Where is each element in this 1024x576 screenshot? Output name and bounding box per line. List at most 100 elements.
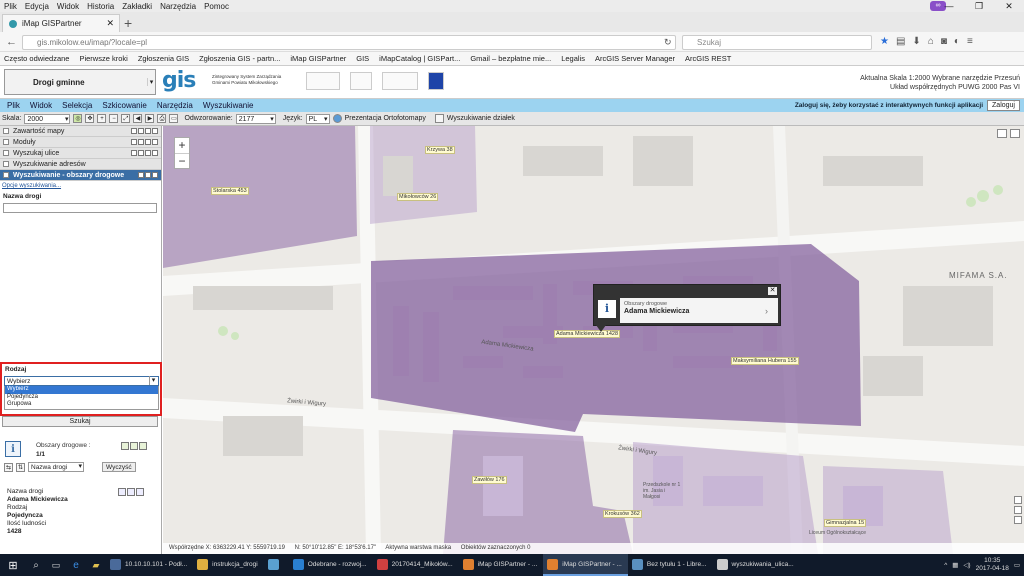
- close-panel-icon[interactable]: [152, 172, 158, 178]
- accordion-search-addresses[interactable]: Wyszukiwanie adresów: [0, 159, 161, 170]
- dock-icon[interactable]: [138, 128, 144, 134]
- bookmark-item[interactable]: Legalis: [561, 54, 585, 63]
- popup-card[interactable]: Obszary drogowe Adama Mickiewicza ›: [620, 298, 778, 323]
- search-input[interactable]: Szukaj: [682, 35, 872, 50]
- measure-icon[interactable]: ▭: [169, 114, 179, 123]
- zoom-in-icon[interactable]: +: [175, 138, 189, 153]
- type-option[interactable]: Pojedyncza: [5, 394, 158, 402]
- back-icon[interactable]: ←: [6, 36, 17, 48]
- menu-edycja[interactable]: Edycja: [25, 2, 49, 11]
- help-icon[interactable]: [131, 150, 137, 156]
- add-icon[interactable]: [121, 442, 129, 450]
- close-tab-icon[interactable]: ✕: [106, 18, 114, 29]
- type-option[interactable]: Wybierz: [5, 386, 158, 394]
- minimize-panel-icon[interactable]: [145, 139, 151, 145]
- taskbar-search-icon[interactable]: ⌕: [26, 560, 46, 571]
- taskbar-app[interactable]: Bez tytułu 1 - Libre...: [628, 554, 713, 576]
- close-icon[interactable]: ✕: [768, 287, 777, 295]
- close-panel-icon[interactable]: [152, 150, 158, 156]
- clock[interactable]: 10:35 2017-04-18: [976, 557, 1009, 573]
- bookmark-item[interactable]: iMapCatalog | GISPart...: [379, 54, 460, 63]
- browser-tab[interactable]: iMap GISPartner ✕: [2, 14, 120, 32]
- bookmark-item[interactable]: Zgłoszenia GIS: [138, 54, 189, 63]
- sort-icon[interactable]: ⇅: [16, 462, 25, 472]
- sort-select[interactable]: Nazwa drogi: [28, 462, 84, 472]
- zoom-out-icon[interactable]: −: [109, 114, 119, 123]
- app-menu-widok[interactable]: Widok: [30, 101, 52, 110]
- explorer-icon[interactable]: ▰: [86, 560, 106, 571]
- map-view[interactable]: Stolarska 453 Krzywa 38 Mikołowców 26 Ad…: [163, 126, 1024, 554]
- taskbar-app[interactable]: iMap GISPartner - ...: [459, 554, 544, 576]
- url-input[interactable]: gis.mikolow.eu/imap/?locale=pl: [22, 35, 676, 50]
- edge-icon[interactable]: e: [66, 560, 86, 571]
- bookmark-item[interactable]: ArcGIS REST: [685, 54, 731, 63]
- zoom-to-icon[interactable]: [130, 442, 138, 450]
- minimize-panel-icon[interactable]: [145, 150, 151, 156]
- clear-button[interactable]: Wyczyść: [102, 462, 136, 472]
- parcel-search-button[interactable]: Wyszukiwanie działek: [447, 115, 515, 122]
- search-button[interactable]: Szukaj: [2, 416, 158, 427]
- download-icon[interactable]: ⬇: [912, 36, 920, 47]
- dock-icon[interactable]: [138, 139, 144, 145]
- legend-icon[interactable]: [1014, 506, 1022, 514]
- taskbar-app[interactable]: Odebrane - rozwoj...: [289, 554, 373, 576]
- type-select[interactable]: Wybierz: [4, 376, 159, 386]
- help-icon[interactable]: [131, 139, 137, 145]
- notifications-icon[interactable]: ▭: [1014, 561, 1020, 569]
- close-panel-icon[interactable]: [152, 139, 158, 145]
- reading-list-icon[interactable]: ▤: [896, 36, 905, 47]
- task-view-icon[interactable]: ▭: [46, 560, 66, 571]
- home-icon[interactable]: ⌂: [928, 36, 934, 47]
- prev-extent-icon[interactable]: ◀: [133, 114, 143, 123]
- type-option[interactable]: Grupowa: [5, 401, 158, 409]
- orthophoto-button[interactable]: Prezentacja Ortofotomapy: [345, 115, 426, 122]
- zoom-box-icon[interactable]: ◎: [73, 114, 83, 123]
- zoom-out-icon[interactable]: −: [175, 153, 189, 168]
- dock-icon[interactable]: [145, 172, 151, 178]
- pan-left-icon[interactable]: ⇆: [4, 462, 13, 472]
- volume-icon[interactable]: ◁): [963, 561, 970, 569]
- scale-select[interactable]: 2000: [24, 113, 71, 124]
- help-icon[interactable]: [131, 128, 137, 134]
- zoom-extent-icon[interactable]: ⤢: [121, 114, 131, 123]
- taskbar-app-active[interactable]: iMap GISPartner - ...: [543, 554, 628, 576]
- taskbar-app[interactable]: 20170414_Mikołów...: [373, 554, 459, 576]
- pocket-icon[interactable]: ◙: [941, 36, 947, 47]
- accordion-road-areas[interactable]: Wyszukiwanie - obszary drogowe: [0, 170, 161, 181]
- print-icon[interactable]: ⎙: [157, 114, 167, 123]
- minimize-icon[interactable]: —: [934, 0, 964, 12]
- taskbar-app[interactable]: 10.10.10.101 - Podł...: [106, 554, 193, 576]
- network-icon[interactable]: ▦: [952, 561, 958, 569]
- close-panel-icon[interactable]: [152, 128, 158, 134]
- comment-icon[interactable]: [997, 129, 1007, 138]
- taskbar-app[interactable]: instrukcja_drogi: [193, 554, 264, 576]
- help-icon[interactable]: [138, 172, 144, 178]
- taskbar-app[interactable]: wyszukiwania_ulica...: [713, 554, 800, 576]
- chevron-down-icon[interactable]: [139, 442, 147, 450]
- bookmark-item[interactable]: Gmail – bezpłatne mie...: [470, 54, 551, 63]
- app-menu-szkicowanie[interactable]: Szkicowanie: [102, 101, 146, 110]
- app-menu-wyszukiwanie[interactable]: Wyszukiwanie: [203, 101, 254, 110]
- windows-start-icon[interactable]: ⊞: [0, 554, 26, 576]
- next-extent-icon[interactable]: ▶: [145, 114, 155, 123]
- menu-historia[interactable]: Historia: [87, 2, 114, 11]
- chevron-down-icon[interactable]: [136, 488, 144, 496]
- login-button[interactable]: Zaloguj: [987, 100, 1020, 111]
- app-menu-narzedzia[interactable]: Narzędzia: [157, 101, 193, 110]
- reload-icon[interactable]: ↻: [664, 37, 672, 48]
- hamburger-menu-icon[interactable]: ≡: [967, 36, 973, 47]
- app-menu-selekcja[interactable]: Selekcja: [62, 101, 92, 110]
- bookmark-item[interactable]: GIS: [356, 54, 369, 63]
- minimize-panel-icon[interactable]: [145, 128, 151, 134]
- zoom-to-icon[interactable]: [118, 488, 126, 496]
- accordion-map-content[interactable]: Zawartość mapy: [0, 126, 161, 137]
- bookmark-item[interactable]: Zgłoszenia GIS - partn...: [199, 54, 280, 63]
- menu-narzedzia[interactable]: Narzędzia: [160, 2, 196, 11]
- layer-dropdown[interactable]: Drogi gminne ▾: [4, 69, 156, 95]
- taskbar-app[interactable]: [264, 554, 289, 576]
- highlight-icon[interactable]: [127, 488, 135, 496]
- layers-icon[interactable]: [1014, 496, 1022, 504]
- maximize-icon[interactable]: ❐: [964, 0, 994, 12]
- bookmark-item[interactable]: Pierwsze kroki: [79, 54, 127, 63]
- menu-plik[interactable]: Plik: [4, 2, 17, 11]
